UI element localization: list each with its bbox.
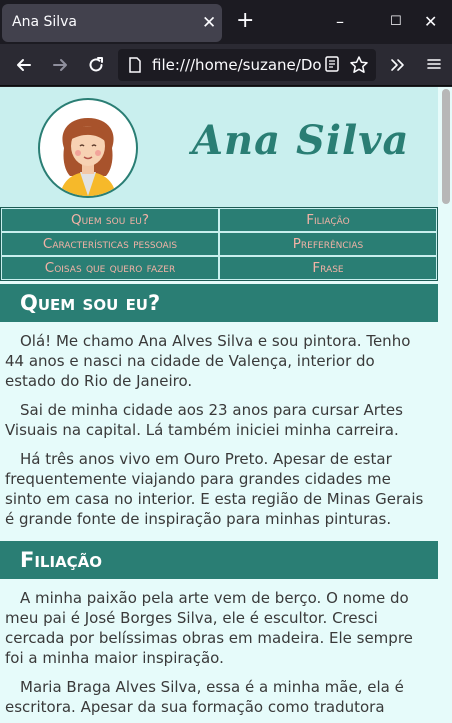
close-window-icon[interactable]: ✕	[424, 12, 437, 32]
url-text: file:///home/suzane/Do	[152, 56, 322, 74]
paragraph: Maria Braga Alves Silva, essa é a minha …	[5, 678, 404, 716]
close-tab-icon[interactable]: ✕	[202, 13, 216, 33]
paragraph: Há três anos vivo em Ouro Preto. Apesar …	[5, 450, 424, 528]
page-viewport[interactable]: Ana Silva Quem sou eu? Filiação Caracter…	[0, 87, 452, 723]
forward-arrow-icon[interactable]	[50, 55, 70, 75]
menu-link-filiacao[interactable]: Filiação	[219, 208, 437, 232]
section-title: Filiação	[0, 541, 438, 579]
section-title: Quem sou eu?	[0, 284, 438, 322]
chevrons-icon[interactable]	[388, 55, 408, 75]
hamburger-icon[interactable]	[424, 55, 444, 75]
maximize-icon[interactable]: ☐	[390, 12, 402, 32]
tab-bar: Ana Silva ✕ + – ☐ ✕	[0, 0, 452, 44]
paragraph: Olá! Me chamo Ana Alves Silva e sou pint…	[5, 332, 411, 390]
browser-tab[interactable]: Ana Silva ✕	[2, 4, 222, 42]
page-icon	[127, 57, 143, 77]
site-header: Ana Silva	[0, 87, 438, 207]
new-tab-icon[interactable]: +	[236, 9, 254, 33]
reload-icon[interactable]	[86, 55, 106, 75]
menu-link-coisas-que-quero-fazer[interactable]: Coisas que quero fazer	[1, 256, 219, 280]
page-content: Ana Silva Quem sou eu? Filiação Caracter…	[0, 87, 438, 717]
menu-link-caracteristicas[interactable]: Características pessoais	[1, 232, 219, 256]
paragraph: Sai de minha cidade aos 23 anos para cur…	[5, 401, 403, 439]
back-arrow-icon[interactable]	[14, 55, 34, 75]
minimize-icon[interactable]: –	[336, 12, 344, 32]
site-menu: Quem sou eu? Filiação Características pe…	[0, 207, 438, 281]
scrollbar[interactable]	[442, 89, 450, 204]
reader-view-icon[interactable]	[322, 55, 342, 75]
star-icon[interactable]	[349, 55, 369, 75]
menu-link-frase[interactable]: Frase	[219, 256, 437, 280]
paragraph: A minha paixão pela arte vem de berço. O…	[5, 589, 413, 667]
avatar	[38, 98, 138, 198]
site-title: Ana Silva	[192, 117, 410, 164]
section-filiacao: Filiação A minha paixão pela arte vem de…	[0, 541, 438, 717]
menu-link-preferencias[interactable]: Preferências	[219, 232, 437, 256]
section-quem-sou-eu: Quem sou eu? Olá! Me chamo Ana Alves Sil…	[0, 284, 438, 529]
tab-title: Ana Silva	[12, 14, 78, 30]
menu-link-quem-sou-eu[interactable]: Quem sou eu?	[1, 208, 219, 232]
navigation-bar: file:///home/suzane/Do	[0, 44, 452, 86]
